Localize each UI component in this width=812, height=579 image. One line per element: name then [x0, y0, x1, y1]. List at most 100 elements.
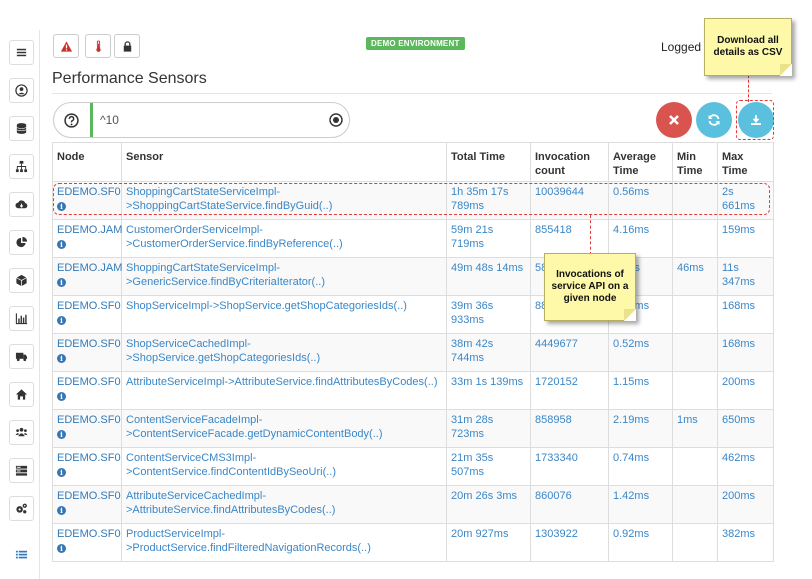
- column-header-node[interactable]: Node: [52, 142, 122, 182]
- cell-sensor[interactable]: ShopServiceCachedImpl->ShopService.getSh…: [121, 333, 447, 372]
- sidebar-item-settings[interactable]: [9, 496, 34, 521]
- warning-icon: [60, 40, 72, 52]
- database-icon: [16, 123, 27, 134]
- cell-node[interactable]: EDEMO.SF0 i: [52, 333, 122, 372]
- sidebar-item-sitemap[interactable]: [9, 154, 34, 179]
- info-icon[interactable]: i: [57, 544, 66, 553]
- table-row[interactable]: EDEMO.SF0 i ContentServiceFacadeImpl->Cont…: [52, 409, 774, 448]
- sidebar-item-analytics[interactable]: [9, 306, 34, 331]
- cell-sensor[interactable]: ContentServiceFacadeImpl->ContentService…: [121, 409, 447, 448]
- cell-sensor[interactable]: ShopServiceImpl->ShopService.getShopCate…: [121, 295, 447, 334]
- cell-node[interactable]: EDEMO.SF0 i: [52, 485, 122, 524]
- cell-min-value: 1ms: [677, 414, 698, 426]
- table-row[interactable]: EDEMO.SF0 i AttributeServiceImpl->Attribut…: [52, 371, 774, 410]
- cell-node[interactable]: EDEMO.JAM i: [52, 219, 122, 258]
- sidebar-item-shops[interactable]: [9, 382, 34, 407]
- cell-node[interactable]: EDEMO.SF0 i: [52, 295, 122, 334]
- table-row[interactable]: EDEMO.JAM i CustomerOrderServiceImpl->Cust…: [52, 219, 774, 258]
- temperature-button[interactable]: [85, 34, 111, 58]
- table-row[interactable]: EDEMO.SF0 i ShopServiceCachedImpl->ShopSer…: [52, 333, 774, 372]
- sidebar-item-system[interactable]: [9, 458, 34, 483]
- help-icon[interactable]: [64, 113, 79, 128]
- table-header-row: Node Sensor Total Time Invocation count …: [52, 142, 774, 182]
- alerts-button[interactable]: [53, 34, 79, 58]
- column-header-sensor[interactable]: Sensor: [121, 142, 447, 182]
- cell-node[interactable]: EDEMO.SF0 i: [52, 447, 122, 486]
- invocations-callout-connector: [590, 215, 591, 255]
- cell-max: 650ms: [717, 409, 774, 448]
- cell-min: 1ms: [672, 409, 718, 448]
- info-icon[interactable]: i: [57, 468, 66, 477]
- menu-button[interactable]: [9, 40, 34, 65]
- download-callout-note: Download all details as CSV: [704, 18, 792, 76]
- cell-sensor[interactable]: CustomerOrderServiceImpl->CustomerOrderS…: [121, 219, 447, 258]
- clear-filter-icon[interactable]: [329, 113, 343, 127]
- node-label[interactable]: EDEMO.SF0: [57, 413, 121, 427]
- cell-avg-value: 1.15ms: [613, 376, 650, 388]
- cell-total: 31m 28s 723ms: [446, 409, 531, 448]
- sidebar-item-catalog[interactable]: [9, 268, 34, 293]
- info-icon[interactable]: i: [57, 506, 66, 515]
- node-label[interactable]: EDEMO.JAM: [57, 261, 122, 275]
- cell-sensor[interactable]: AttributeServiceImpl->AttributeService.f…: [121, 371, 447, 410]
- node-label[interactable]: EDEMO.SF0: [57, 527, 121, 541]
- cell-total: 38m 42s 744ms: [446, 333, 531, 372]
- cell-sensor[interactable]: ShoppingCartStateServiceImpl->GenericSer…: [121, 257, 447, 296]
- cell-sensor[interactable]: ContentServiceCMS3Impl->ContentService.f…: [121, 447, 447, 486]
- info-icon[interactable]: i: [57, 278, 66, 287]
- sidebar-item-profile[interactable]: [9, 78, 34, 103]
- sidebar-item-reports[interactable]: [9, 230, 34, 255]
- cell-sensor[interactable]: ProductServiceImpl->ProductService.findF…: [121, 523, 447, 562]
- info-icon[interactable]: i: [57, 316, 66, 325]
- column-header-invocation-count[interactable]: Invocation count: [530, 142, 609, 182]
- cell-node[interactable]: EDEMO.JAM i: [52, 257, 122, 296]
- column-header-average-time[interactable]: Average Time: [608, 142, 673, 182]
- table-row[interactable]: EDEMO.SF0 i ContentServiceCMS3Impl->Conten…: [52, 447, 774, 486]
- cell-max-value: 650ms: [722, 414, 756, 426]
- node-label[interactable]: EDEMO.SF0: [57, 375, 121, 389]
- column-header-min-time[interactable]: Min Time: [672, 142, 718, 182]
- note-fold: [780, 64, 792, 76]
- cell-total-value: 39m 36s 933ms: [451, 300, 494, 326]
- sidebar-item-performance[interactable]: [9, 542, 34, 567]
- cell-sensor[interactable]: AttributeServiceCachedImpl->AttributeSer…: [121, 485, 447, 524]
- cell-count-value: 855418: [535, 224, 572, 236]
- filter-input[interactable]: ^10: [100, 113, 119, 127]
- info-icon[interactable]: i: [57, 354, 66, 363]
- table-row[interactable]: EDEMO.SF0 i AttributeServiceCachedImpl->At…: [52, 485, 774, 524]
- lock-button[interactable]: [114, 34, 140, 58]
- sidebar-item-cloud[interactable]: [9, 192, 34, 217]
- cell-node[interactable]: EDEMO.SF0 i: [52, 409, 122, 448]
- cell-sensor-value: CustomerOrderServiceImpl->CustomerOrderS…: [126, 224, 343, 250]
- info-icon[interactable]: i: [57, 392, 66, 401]
- cell-max: 462ms: [717, 447, 774, 486]
- table-row[interactable]: EDEMO.SF0 i ShopServiceImpl->ShopService.g…: [52, 295, 774, 334]
- sidebar-item-database[interactable]: [9, 116, 34, 141]
- sidebar-item-customers[interactable]: [9, 420, 34, 445]
- node-label[interactable]: EDEMO.SF0: [57, 299, 121, 313]
- highlight-download-outline: [736, 100, 774, 140]
- node-label[interactable]: EDEMO.SF0: [57, 489, 121, 503]
- cell-max: 168ms: [717, 295, 774, 334]
- table-row[interactable]: EDEMO.JAM i ShoppingCartStateServiceImpl->…: [52, 257, 774, 296]
- reset-button[interactable]: [656, 102, 692, 138]
- sidebar-item-shipping[interactable]: [9, 344, 34, 369]
- cell-avg-value: 2.19ms: [613, 414, 650, 426]
- node-label[interactable]: EDEMO.JAM: [57, 223, 122, 237]
- column-header-max-time[interactable]: Max Time: [717, 142, 774, 182]
- cell-total-value: 49m 48s 14ms: [451, 262, 524, 274]
- table-row[interactable]: EDEMO.SF0 i ProductServiceImpl->ProductSer…: [52, 523, 774, 562]
- info-icon[interactable]: i: [57, 240, 66, 249]
- cell-node[interactable]: EDEMO.SF0 i: [52, 371, 122, 410]
- cell-max-value: 168ms: [722, 338, 756, 350]
- cell-node[interactable]: EDEMO.SF0 i: [52, 523, 122, 562]
- column-header-total-time[interactable]: Total Time: [446, 142, 531, 182]
- cell-count-value: 1303922: [535, 528, 578, 540]
- close-icon: [669, 115, 679, 125]
- server-icon: [15, 465, 28, 476]
- node-label[interactable]: EDEMO.SF0: [57, 451, 121, 465]
- cell-avg: 0.92ms: [608, 523, 673, 562]
- refresh-button[interactable]: [696, 102, 732, 138]
- node-label[interactable]: EDEMO.SF0: [57, 337, 121, 351]
- info-icon[interactable]: i: [57, 430, 66, 439]
